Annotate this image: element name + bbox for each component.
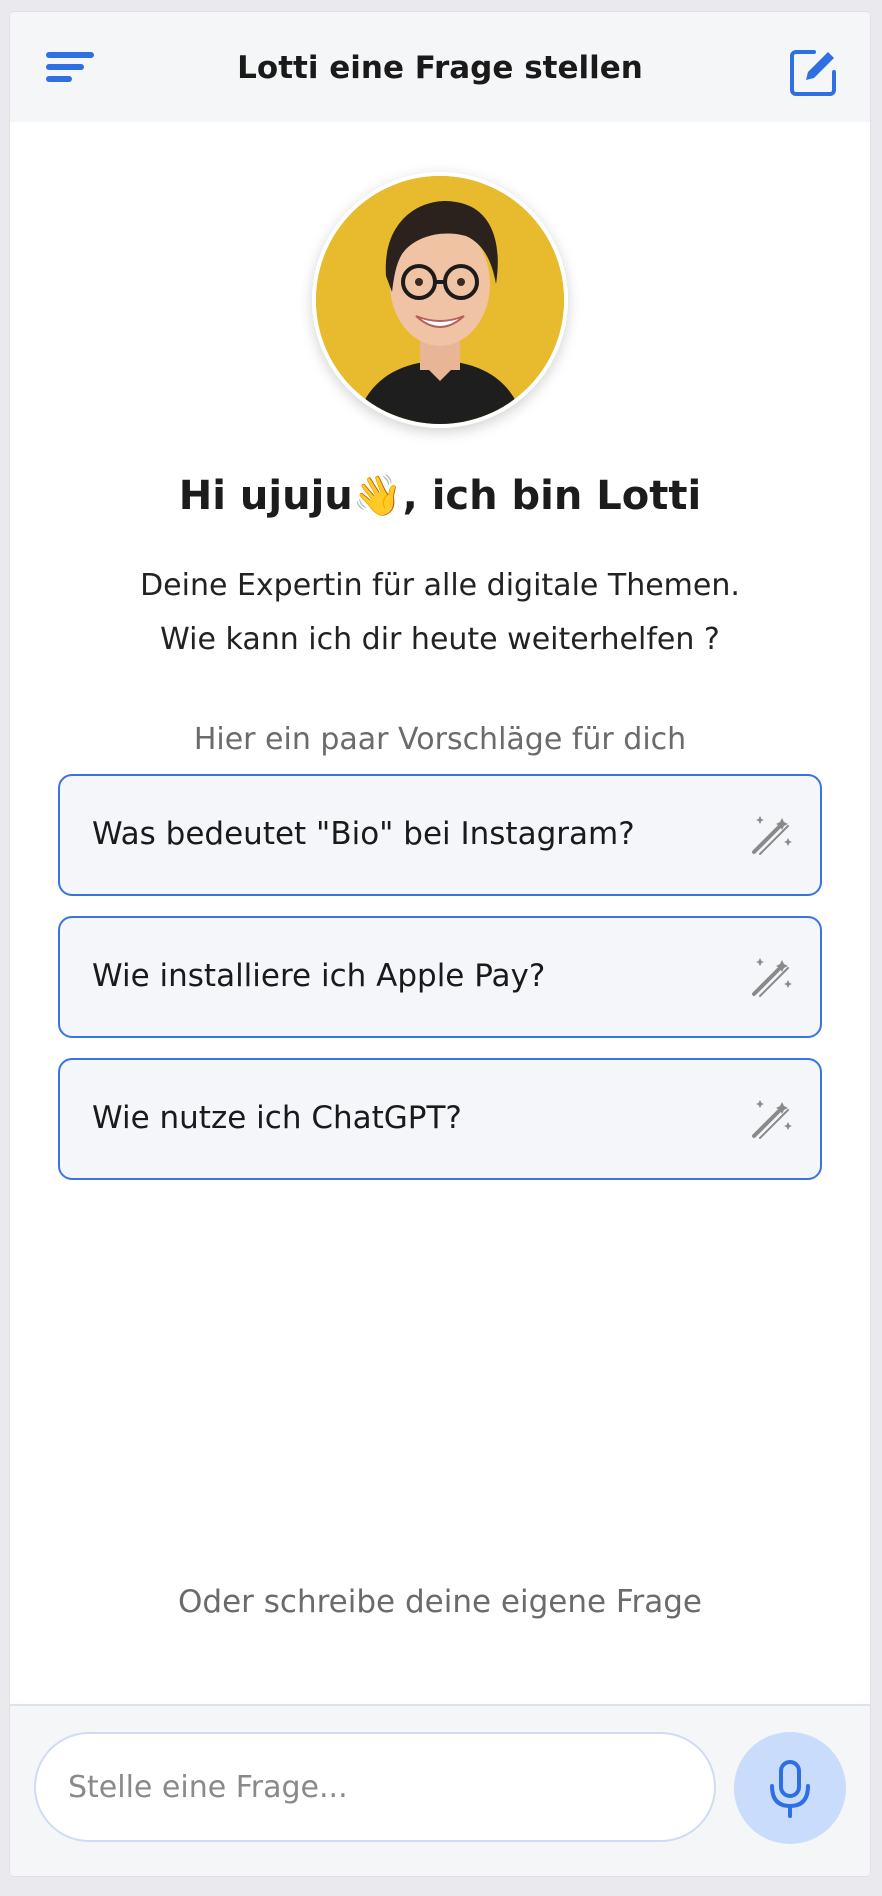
intro-text-line2: Wie kann ich dir heute weiterhelfen ? xyxy=(160,622,720,657)
edit-icon xyxy=(790,50,836,96)
suggestion-text: Wie installiere ich Apple Pay? xyxy=(92,958,546,994)
suggestion-text: Wie nutze ich ChatGPT? xyxy=(92,1100,462,1136)
suggestion-button-apple-pay[interactable]: Wie installiere ich Apple Pay? xyxy=(58,916,822,1038)
top-bar: Lotti eine Frage stellen xyxy=(10,12,870,122)
own-question-label: Oder schreibe deine eigene Frage xyxy=(178,1584,702,1620)
suggestion-button-bio-instagram[interactable]: Was bedeutet "Bio" bei Instagram? xyxy=(58,774,822,896)
suggestions-label: Hier ein paar Vorschläge für dich xyxy=(193,722,687,757)
lotti-portrait xyxy=(316,176,564,424)
avatar xyxy=(312,172,568,428)
question-input[interactable] xyxy=(34,1732,716,1842)
voice-input-button[interactable] xyxy=(734,1732,846,1844)
greeting-heading: Hi ujuju👋, ich bin Lotti xyxy=(178,473,702,519)
page-title: Lotti eine Frage stellen xyxy=(237,50,643,86)
magic-wand-icon xyxy=(752,958,792,997)
magic-wand-icon xyxy=(752,816,792,855)
app-window: Lotti eine Frage stellen Hi ujuju👋, ich … xyxy=(10,12,870,1876)
microphone-icon xyxy=(770,1760,810,1818)
new-chat-button[interactable] xyxy=(786,44,842,100)
intro-text-line1: Deine Expertin für alle digitale Themen. xyxy=(140,568,740,603)
magic-wand-icon xyxy=(752,1100,792,1139)
suggestion-button-chatgpt[interactable]: Wie nutze ich ChatGPT? xyxy=(58,1058,822,1180)
suggestion-text: Was bedeutet "Bio" bei Instagram? xyxy=(92,816,635,852)
composer-bar xyxy=(10,1704,870,1876)
